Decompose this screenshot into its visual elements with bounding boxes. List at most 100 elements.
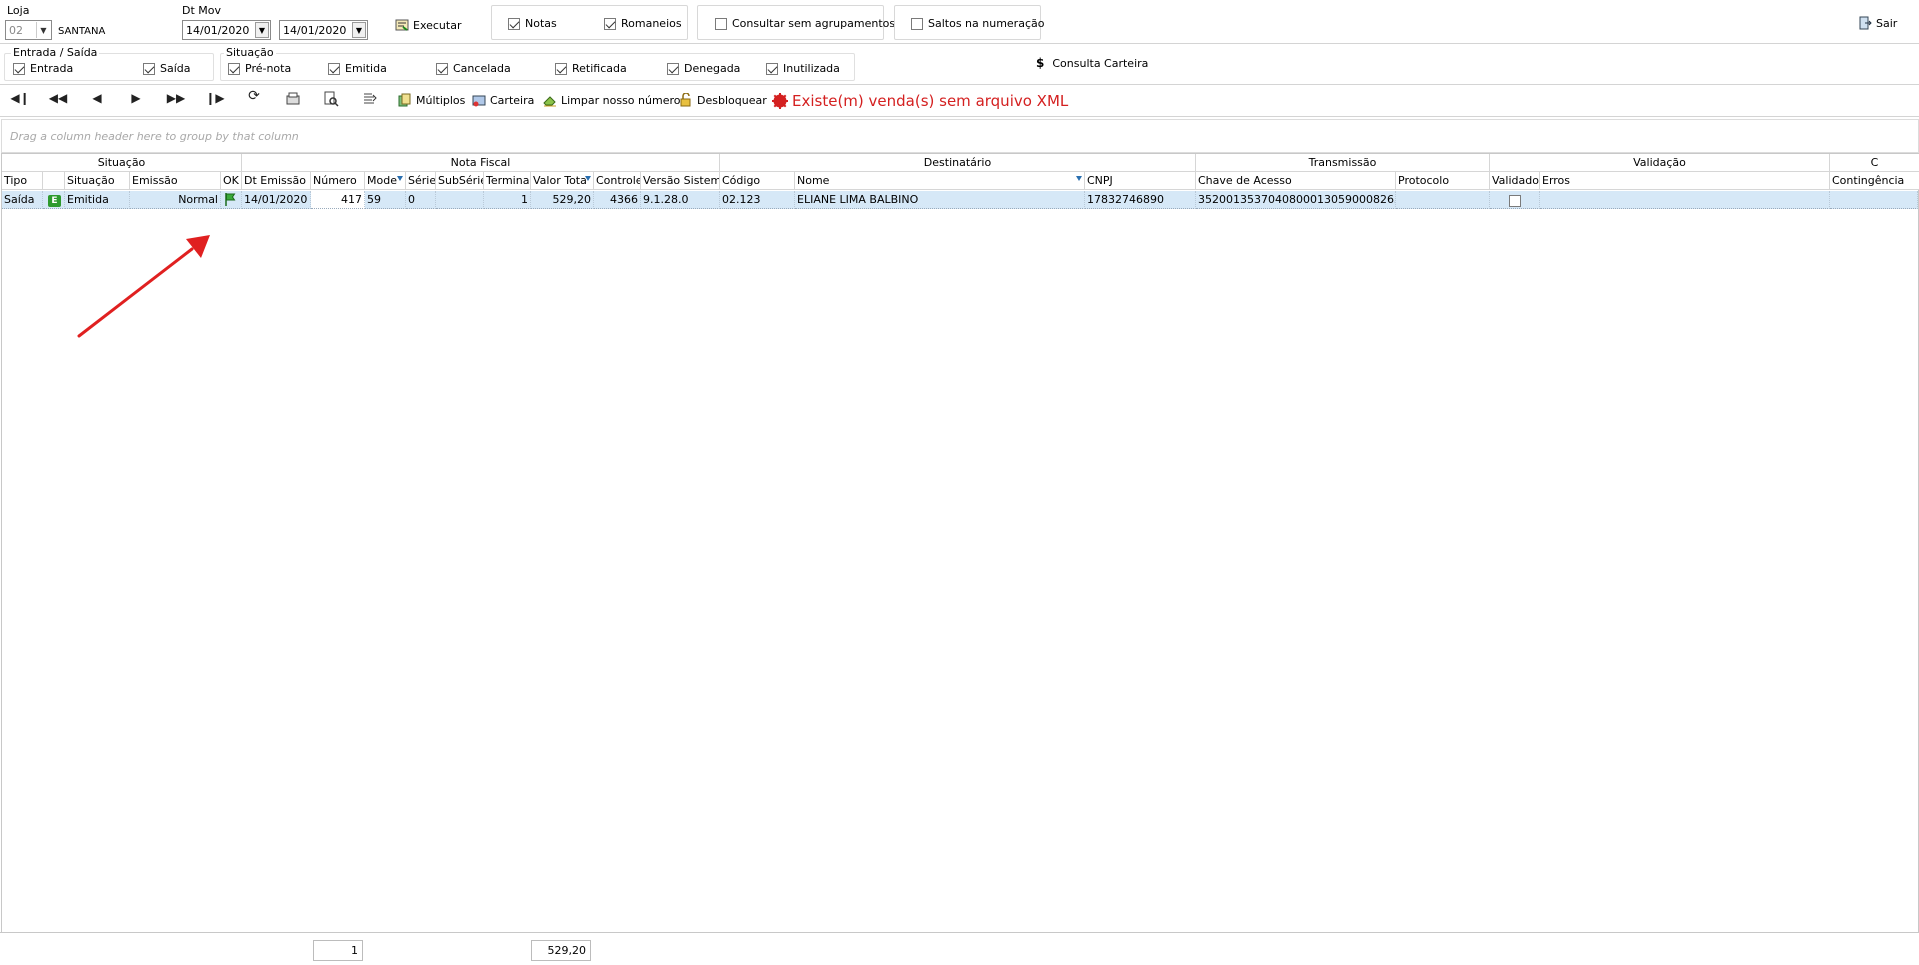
prior-page-icon[interactable]: ◀◀ <box>48 91 68 105</box>
col-validado[interactable]: Validado? <box>1490 172 1540 190</box>
cell-status-icon[interactable]: E <box>43 191 65 209</box>
cancelada-checkbox[interactable]: Cancelada <box>436 62 511 75</box>
group-by-hint: Drag a column header here to group by th… <box>10 130 299 143</box>
date-to-input[interactable]: 14/01/2020 ▼ <box>279 20 368 40</box>
cell-tipo[interactable]: Saída <box>2 191 43 209</box>
emitida-checkbox[interactable]: Emitida <box>328 62 387 75</box>
cell-situacao[interactable]: Emitida <box>65 191 130 209</box>
col-status-icon[interactable] <box>43 172 65 190</box>
divider <box>0 43 1919 44</box>
wallet-icon <box>472 95 486 107</box>
print-preview-icon[interactable] <box>285 91 301 107</box>
col-emissao[interactable]: Emissão <box>130 172 221 190</box>
col-valor-total[interactable]: Valor Tota <box>531 172 594 190</box>
col-situacao[interactable]: Situação <box>65 172 130 190</box>
date-from-input[interactable]: 14/01/2020 ▼ <box>182 20 271 40</box>
band-validacao[interactable]: Validação <box>1490 154 1830 172</box>
col-ok[interactable]: OK <box>221 172 242 190</box>
search-document-icon[interactable] <box>323 91 339 107</box>
next-page-icon[interactable]: ▶▶ <box>166 91 186 105</box>
loja-name: SANTANA <box>58 26 106 37</box>
cell-serie[interactable]: 0 <box>406 191 436 209</box>
col-serie[interactable]: Série <box>406 172 436 190</box>
cell-validado[interactable] <box>1490 191 1540 209</box>
loja-select[interactable]: 02 ▼ <box>5 20 52 40</box>
footer-count: 1 <box>313 940 363 961</box>
notas-grid[interactable]: Situação Nota Fiscal Destinatário Transm… <box>1 153 1919 933</box>
cell-modelo[interactable]: 59 <box>365 191 406 209</box>
col-terminal[interactable]: Terminal <box>484 172 531 190</box>
validado-checkbox[interactable] <box>1508 195 1521 207</box>
col-erros[interactable]: Erros <box>1540 172 1830 190</box>
band-transmissao[interactable]: Transmissão <box>1196 154 1490 172</box>
refresh-icon[interactable]: ⟳ <box>244 88 264 104</box>
filter-icon[interactable] <box>1076 176 1082 181</box>
group-by-panel[interactable]: Drag a column header here to group by th… <box>1 119 1919 153</box>
cell-erros[interactable] <box>1540 191 1830 209</box>
cell-chave-acesso[interactable]: 35200135370408000130590008265790 <box>1196 191 1396 209</box>
cell-codigo[interactable]: 02.123 <box>720 191 795 209</box>
filter-icon[interactable] <box>585 176 591 181</box>
cell-emissao[interactable]: Normal <box>130 191 221 209</box>
denegada-checkbox[interactable]: Denegada <box>667 62 740 75</box>
desbloquear-button[interactable]: Desbloquear <box>679 93 767 107</box>
export-document-icon[interactable] <box>362 91 378 107</box>
consultar-sem-agrupamentos-checkbox[interactable]: Consultar sem agrupamentos <box>715 17 895 30</box>
col-codigo[interactable]: Código <box>720 172 795 190</box>
notas-checkbox[interactable]: Notas <box>508 17 557 30</box>
filter-icon[interactable] <box>397 176 403 181</box>
calendar-dropdown-icon[interactable]: ▼ <box>255 22 269 38</box>
consulta-carteira-button[interactable]: $ Consulta Carteira <box>1036 56 1148 70</box>
inutilizada-checkbox[interactable]: Inutilizada <box>766 62 840 75</box>
cell-ok[interactable] <box>221 191 242 209</box>
next-record-icon[interactable]: ▶ <box>126 91 146 105</box>
band-situacao[interactable]: Situação <box>2 154 242 172</box>
prenota-checkbox[interactable]: Pré-nota <box>228 62 291 75</box>
cell-protocolo[interactable] <box>1396 191 1490 209</box>
cell-contingencia[interactable] <box>1830 191 1918 209</box>
first-record-icon[interactable]: ◀❙ <box>10 91 30 105</box>
cell-valor-total[interactable]: 529,20 <box>531 191 594 209</box>
cell-subserie[interactable] <box>436 191 484 209</box>
carteira-button[interactable]: Carteira <box>472 93 534 107</box>
calendar-dropdown-icon[interactable]: ▼ <box>352 22 366 38</box>
col-tipo[interactable]: Tipo <box>2 172 43 190</box>
sair-button[interactable]: Sair <box>1858 16 1897 30</box>
chevron-down-icon: ▼ <box>36 22 50 38</box>
col-numero[interactable]: Número <box>311 172 365 190</box>
cell-numero[interactable]: 417 <box>311 191 365 209</box>
cell-versao-sistema[interactable]: 9.1.28.0 <box>641 191 720 209</box>
col-protocolo[interactable]: Protocolo <box>1396 172 1490 190</box>
romaneios-checkbox[interactable]: Romaneios <box>604 17 682 30</box>
xml-warning-alert[interactable]: Existe(m) venda(s) sem arquivo XML <box>772 92 1068 110</box>
col-nome[interactable]: Nome <box>795 172 1085 190</box>
band-nota-fiscal[interactable]: Nota Fiscal <box>242 154 720 172</box>
band-destinatario[interactable]: Destinatário <box>720 154 1196 172</box>
cell-controle[interactable]: 4366 <box>594 191 641 209</box>
situacao-group <box>220 53 855 81</box>
col-modelo[interactable]: Mode <box>365 172 406 190</box>
footer-total: 529,20 <box>531 940 591 961</box>
band-contingencia[interactable]: C <box>1830 154 1919 172</box>
retificada-checkbox[interactable]: Retificada <box>555 62 627 75</box>
executar-button[interactable]: Executar <box>395 18 462 32</box>
col-contingencia[interactable]: Contingência <box>1830 172 1919 190</box>
saltos-numeracao-checkbox[interactable]: Saltos na numeração <box>911 17 1044 30</box>
col-dt-emissao[interactable]: Dt Emissão <box>242 172 311 190</box>
entrada-checkbox[interactable]: Entrada <box>13 62 73 75</box>
cell-terminal[interactable]: 1 <box>484 191 531 209</box>
prior-record-icon[interactable]: ◀ <box>87 91 107 105</box>
cell-nome[interactable]: ELIANE LIMA BALBINO <box>795 191 1085 209</box>
last-record-icon[interactable]: ❙▶ <box>205 91 225 105</box>
saida-checkbox[interactable]: Saída <box>143 62 191 75</box>
col-cnpj[interactable]: CNPJ <box>1085 172 1196 190</box>
col-controle[interactable]: Controle <box>594 172 641 190</box>
col-versao-sistema[interactable]: Versão Sistema <box>641 172 720 190</box>
cell-cnpj[interactable]: 17832746890 <box>1085 191 1196 209</box>
limpar-nosso-numero-button[interactable]: Limpar nosso número <box>543 93 680 107</box>
cell-dt-emissao[interactable]: 14/01/2020 <box>242 191 311 209</box>
multiplos-button[interactable]: Múltiplos <box>398 93 465 107</box>
table-row[interactable]: Saída E Emitida Normal 14/01/2020 417 59… <box>2 191 1918 209</box>
col-subserie[interactable]: SubSérie <box>436 172 484 190</box>
col-chave-acesso[interactable]: Chave de Acesso <box>1196 172 1396 190</box>
